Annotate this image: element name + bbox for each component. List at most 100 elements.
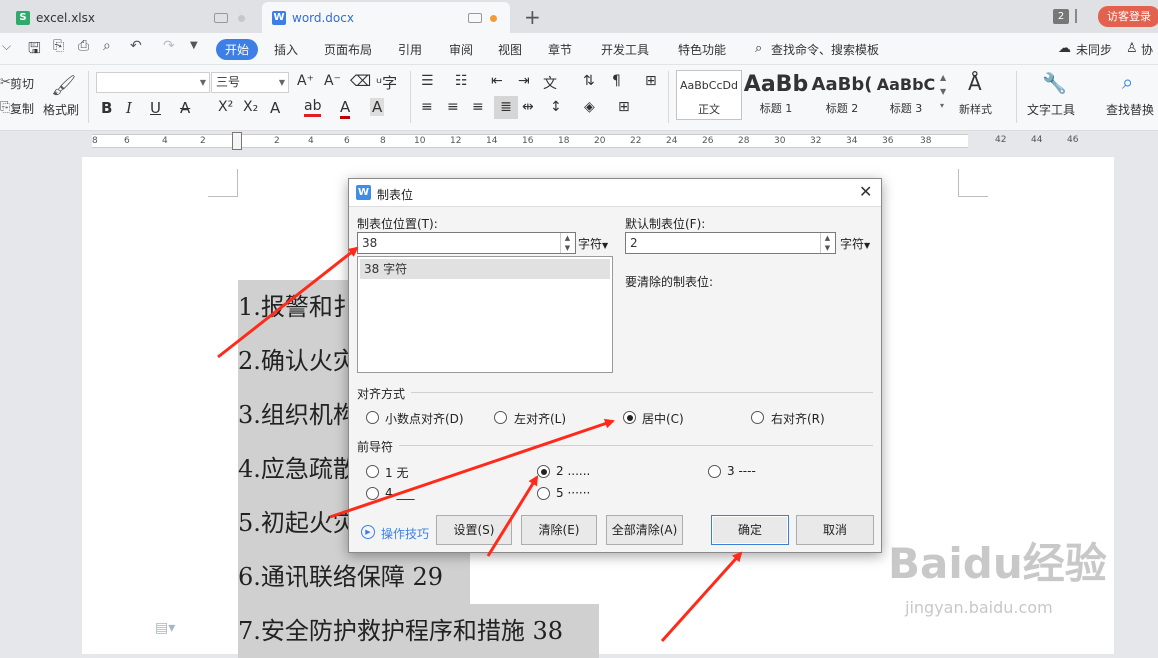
menu-start[interactable]: 开始 xyxy=(216,39,259,60)
align-center-icon[interactable]: ≡ xyxy=(447,99,459,115)
menu-page-layout[interactable]: 页面布局 xyxy=(324,41,372,58)
dialog-titlebar[interactable]: W 制表位 ✕ xyxy=(349,179,881,207)
print-icon[interactable]: ⎙ xyxy=(78,38,89,54)
spinner-icon[interactable]: ▲ ▼ xyxy=(560,233,574,253)
new-style-button[interactable]: 新样式 xyxy=(959,101,992,117)
monitor-icon[interactable] xyxy=(214,13,228,23)
clear-button[interactable]: 清除(E) xyxy=(521,515,597,545)
menu-references[interactable]: 引用 xyxy=(398,41,422,58)
leader-dots-label[interactable]: 2 ...... xyxy=(556,464,590,478)
menu-section[interactable]: 章节 xyxy=(548,41,572,58)
copy-button[interactable]: 复制 xyxy=(10,100,34,117)
align-right-label[interactable]: 右对齐(R) xyxy=(771,410,825,427)
leader-underline-label[interactable]: 4 ___ xyxy=(385,486,414,500)
format-painter-button[interactable]: 格式刷 xyxy=(43,101,79,118)
font-size-select[interactable]: 三号 ▼ xyxy=(211,72,289,93)
customize-dropdown-icon[interactable]: ▼ xyxy=(190,40,198,51)
highlight-icon[interactable]: ab xyxy=(304,98,322,117)
cancel-button[interactable]: 取消 xyxy=(796,515,874,545)
tips-link[interactable]: 操作技巧 xyxy=(381,525,429,542)
document-line[interactable]: 1.报警和扌 xyxy=(238,280,358,334)
ok-button[interactable]: 确定 xyxy=(711,515,789,545)
align-decimal-label[interactable]: 小数点对齐(D) xyxy=(385,410,464,427)
menu-view[interactable]: 视图 xyxy=(498,41,522,58)
show-marks-icon[interactable]: ¶ xyxy=(612,73,621,89)
grow-font-icon[interactable]: A⁺ xyxy=(297,73,314,89)
leader-dash-label[interactable]: 3 ---- xyxy=(727,464,756,478)
table-border-icon[interactable]: ⊞ xyxy=(645,73,657,89)
line-spacing-icon[interactable]: ↕ xyxy=(550,99,562,115)
list-item[interactable]: 38 字符 xyxy=(360,259,610,279)
character-shading-icon[interactable]: A xyxy=(370,98,385,116)
text-tools-button[interactable]: 文字工具 xyxy=(1027,101,1075,118)
leader-middot-label[interactable]: 5 ······ xyxy=(556,486,590,500)
redo-icon[interactable]: ↷ xyxy=(163,38,175,54)
align-left-label[interactable]: 左对齐(L) xyxy=(514,410,566,427)
document-line[interactable]: 7.安全防护救护程序和措施 38 xyxy=(238,604,599,658)
monitor-icon[interactable] xyxy=(468,13,482,23)
leader-none-radio[interactable] xyxy=(366,465,379,478)
italic-icon[interactable]: I xyxy=(126,99,132,117)
style-heading-1[interactable]: AaBb 标题 1 xyxy=(743,70,809,120)
menu-insert[interactable]: 插入 xyxy=(274,41,298,58)
clear-all-button[interactable]: 全部清除(A) xyxy=(606,515,683,545)
chinese-layout-icon[interactable]: 文 xyxy=(543,73,557,93)
phonetic-guide-icon[interactable]: ᵘ字 xyxy=(376,72,397,93)
tab-count-badge[interactable]: 2 xyxy=(1053,9,1069,24)
document-line[interactable]: 6.通讯联络保障 29 xyxy=(238,550,470,604)
print-preview-icon[interactable]: ⌕ xyxy=(103,38,111,54)
strikethrough-icon[interactable]: A xyxy=(180,99,190,117)
styles-scroll-icon[interactable]: ▲ ▼ ▾ xyxy=(940,71,946,113)
document-line[interactable]: 2.确认火灾 xyxy=(238,334,358,388)
superscript-icon[interactable]: X² xyxy=(218,99,233,115)
horizontal-ruler[interactable]: 8 6 4 2 2 4 6 8 10 12 14 16 18 20 22 24 … xyxy=(0,131,1158,151)
leader-dash-radio[interactable] xyxy=(708,465,721,478)
align-left-radio[interactable] xyxy=(494,411,507,424)
set-button[interactable]: 设置(S) xyxy=(436,515,512,545)
undo-icon[interactable]: ↶ xyxy=(130,38,142,54)
page-icon[interactable]: ▤▾ xyxy=(155,620,175,636)
command-search[interactable]: 查找命令、搜索模板 xyxy=(771,41,879,58)
unit-dropdown[interactable]: 字符▼ xyxy=(578,235,608,252)
font-color-icon[interactable]: A xyxy=(340,98,351,119)
menu-features[interactable]: 特色功能 xyxy=(678,41,726,58)
underline-icon[interactable]: U xyxy=(150,99,161,117)
borders-icon[interactable]: ⊞ xyxy=(618,99,630,115)
guest-login-button[interactable]: 访客登录 xyxy=(1098,6,1158,27)
close-icon[interactable]: ✕ xyxy=(859,182,872,201)
font-name-select[interactable]: ▼ xyxy=(96,72,210,93)
leader-none-label[interactable]: 1 无 xyxy=(385,464,408,481)
export-icon[interactable]: ⎘ xyxy=(53,38,64,54)
shading-icon[interactable]: ◈ xyxy=(584,99,595,115)
style-normal[interactable]: AaBbCcDd 正文 xyxy=(676,70,742,120)
find-replace-button[interactable]: 查找替换 xyxy=(1106,101,1154,118)
distribute-icon[interactable]: ⇹ xyxy=(522,99,534,115)
style-heading-2[interactable]: AaBb( 标题 2 xyxy=(809,70,875,120)
align-decimal-radio[interactable] xyxy=(366,411,379,424)
tab-excel[interactable]: S excel.xlsx xyxy=(6,2,256,33)
align-right-radio[interactable] xyxy=(751,411,764,424)
indent-marker[interactable] xyxy=(232,132,242,150)
subscript-icon[interactable]: X₂ xyxy=(243,99,258,115)
menu-review[interactable]: 审阅 xyxy=(449,41,473,58)
save-icon[interactable]: 🖫 xyxy=(28,38,41,63)
style-heading-3[interactable]: AaBbC 标题 3 xyxy=(873,70,939,120)
sync-status[interactable]: 未同步 xyxy=(1076,41,1112,58)
justify-icon[interactable]: ≣ xyxy=(494,96,518,119)
chevron-down-icon[interactable]: ⌵ xyxy=(2,39,11,54)
shrink-font-icon[interactable]: A⁻ xyxy=(324,73,341,89)
document-line[interactable]: 3.组织机构 xyxy=(238,388,358,442)
collaborate-button[interactable]: 协 xyxy=(1141,41,1153,58)
tab-word[interactable]: W word.docx xyxy=(262,2,510,33)
tab-position-input[interactable]: 38 ▲ ▼ xyxy=(357,232,576,254)
numbering-icon[interactable]: ☷ xyxy=(455,73,468,89)
align-center-label[interactable]: 居中(C) xyxy=(642,410,684,427)
new-tab-button[interactable]: + xyxy=(524,5,541,29)
clear-format-icon[interactable]: ⌫ xyxy=(350,72,371,90)
bullets-icon[interactable]: ☰ xyxy=(421,73,434,89)
cut-button[interactable]: 剪切 xyxy=(10,75,34,92)
leader-underline-radio[interactable] xyxy=(366,487,379,500)
document-line[interactable]: 4.应急疏散 xyxy=(238,442,358,496)
document-line[interactable]: 5.初起火灾 xyxy=(238,496,358,550)
align-right-icon[interactable]: ≡ xyxy=(472,99,484,115)
